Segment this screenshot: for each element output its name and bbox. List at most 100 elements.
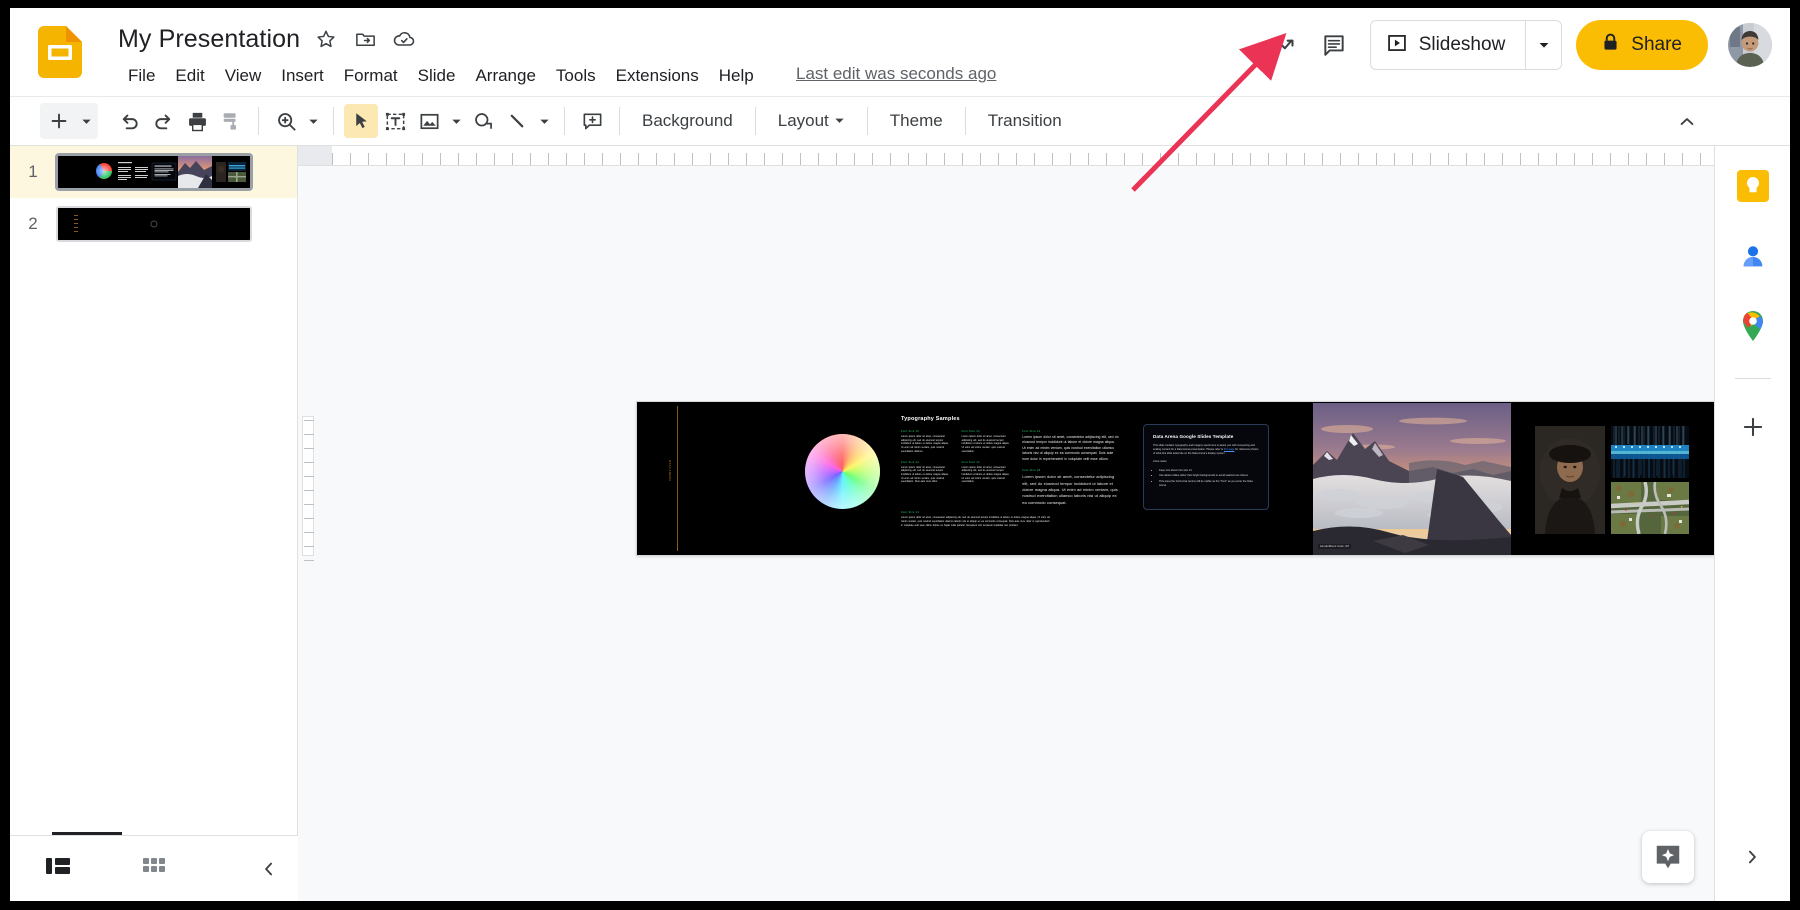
last-edit-status[interactable]: Last edit was seconds ago xyxy=(796,62,996,86)
transition-button[interactable]: Transition xyxy=(976,104,1074,138)
grid-view-icon xyxy=(142,855,166,882)
toolbar-divider xyxy=(333,107,334,135)
trending-up-icon[interactable] xyxy=(1262,21,1310,69)
slide-editor-canvas[interactable]: DATA ARENA DATA ARENA Typography Samples… xyxy=(636,401,1790,556)
font-size-label: Font Size 10 xyxy=(961,430,980,433)
ruler-ticks xyxy=(332,146,1737,165)
card-bullet-list: Keep text above font size 14 Use darker … xyxy=(1159,469,1259,489)
menu-help[interactable]: Help xyxy=(709,62,764,90)
new-slide-dropdown-icon[interactable] xyxy=(76,104,96,138)
cursor-select-icon[interactable] xyxy=(344,104,378,138)
insert-image-icon[interactable] xyxy=(412,104,446,138)
mountain-photo[interactable]: Aoraki/Mount Cook, NZ xyxy=(1313,403,1511,555)
zoom-in-icon[interactable] xyxy=(269,104,303,138)
menu-extensions[interactable]: Extensions xyxy=(606,62,709,90)
user-avatar[interactable] xyxy=(1728,23,1772,67)
share-button[interactable]: Share xyxy=(1576,20,1708,70)
page-title[interactable]: My Presentation xyxy=(118,24,300,54)
sample-paragraph: Lorem ipsum dolor sit amet, consectetur … xyxy=(901,516,1050,527)
typography-sample-block[interactable]: Typography Samples Font Size 10 Lorem ip… xyxy=(901,416,1119,534)
sample-paragraph: Lorem ipsum dolor sit amet, consectetur … xyxy=(1022,474,1118,505)
sample-paragraph: Lorem ipsum dolor sit amet, consectetur … xyxy=(1022,435,1119,461)
card-bullet: Keep text above font size 14 xyxy=(1159,469,1259,473)
slide-thumbnail[interactable] xyxy=(56,206,252,242)
theme-button[interactable]: Theme xyxy=(878,104,955,138)
vertical-ruler[interactable] xyxy=(298,166,318,901)
card-notes-label: A few notes: xyxy=(1153,460,1168,464)
plus-icon[interactable] xyxy=(42,104,76,138)
insert-line-icon[interactable] xyxy=(500,104,534,138)
data-arena-info-card[interactable]: Data Arena Google Slides Template This s… xyxy=(1143,424,1269,510)
blue-data-visualisation-photo[interactable] xyxy=(1611,426,1689,478)
add-app-button[interactable] xyxy=(1731,405,1775,449)
font-size-label: Font Size 18 xyxy=(1022,469,1041,473)
cloud-saved-icon[interactable] xyxy=(391,26,417,52)
toolbar-collapse-button[interactable] xyxy=(1670,105,1704,139)
image-dropdown-icon[interactable] xyxy=(446,104,466,138)
app-header: My Presentation File Edit View Insert Fo… xyxy=(10,8,1790,96)
filmstrip-slide-2[interactable]: 2 xyxy=(10,198,297,250)
slideshow-dropdown-button[interactable] xyxy=(1525,21,1561,69)
sample-paragraph: Lorem ipsum dolor sit amet, consectetur … xyxy=(901,465,949,484)
explore-button[interactable] xyxy=(1642,831,1694,883)
menu-view[interactable]: View xyxy=(215,62,272,90)
move-to-folder-icon[interactable] xyxy=(352,26,378,52)
slide-number: 1 xyxy=(28,162,38,181)
font-size-label: Font Size 12 xyxy=(961,460,980,464)
star-icon[interactable] xyxy=(313,26,339,52)
slide-thumbnail[interactable] xyxy=(56,154,252,190)
slideshow-label: Slideshow xyxy=(1418,34,1506,55)
typography-column-3: Font Size 14 Lorem ipsum dolor sit amet,… xyxy=(1022,430,1119,513)
grid-view-tab[interactable] xyxy=(106,845,202,893)
layout-dropdown-icon xyxy=(834,110,845,132)
insert-shape-icon[interactable] xyxy=(466,104,500,138)
menu-slide[interactable]: Slide xyxy=(408,62,466,90)
background-button[interactable]: Background xyxy=(630,104,745,138)
color-wheel-graphic[interactable] xyxy=(805,434,880,509)
zoom-dropdown-icon[interactable] xyxy=(303,104,323,138)
typography-heading: Typography Samples xyxy=(901,416,960,422)
comment-history-icon[interactable] xyxy=(1310,21,1358,69)
sample-paragraph: Lorem ipsum dolor sit amet, consectetur … xyxy=(961,435,1010,453)
menu-arrange[interactable]: Arrange xyxy=(465,62,545,90)
google-contacts-icon[interactable] xyxy=(1731,234,1775,278)
card-body: This slide contains typography and image… xyxy=(1153,444,1259,456)
horizontal-ruler[interactable] xyxy=(298,146,1737,166)
slideshow-button[interactable]: Slideshow xyxy=(1371,21,1526,69)
menu-file[interactable]: File xyxy=(118,62,165,90)
lock-icon xyxy=(1602,33,1619,57)
menu-format[interactable]: Format xyxy=(334,62,408,90)
header-actions: Slideshow Share xyxy=(1262,20,1772,70)
slide-number: 2 xyxy=(28,214,38,233)
portrait-photo[interactable] xyxy=(1535,426,1605,534)
filmstrip-slide-1[interactable]: 1 xyxy=(10,146,297,198)
rail-expand-button[interactable] xyxy=(1730,835,1774,879)
slide-filmstrip-panel: 1 2 xyxy=(10,146,298,901)
toolbar-divider xyxy=(754,107,756,135)
menu-tools[interactable]: Tools xyxy=(546,62,606,90)
paint-format-icon[interactable] xyxy=(214,104,248,138)
layout-button[interactable]: Layout xyxy=(766,104,857,138)
aerial-highway-photo[interactable] xyxy=(1611,482,1689,534)
filmstrip-view-tab[interactable] xyxy=(10,845,106,893)
menu-insert[interactable]: Insert xyxy=(271,62,334,90)
font-size-label: Font Size 12 xyxy=(901,460,920,464)
undo-icon[interactable] xyxy=(112,104,146,138)
card-link[interactable]: this page xyxy=(1224,448,1235,451)
photo-caption: Aoraki/Mount Cook, NZ xyxy=(1318,544,1352,549)
google-keep-icon[interactable] xyxy=(1731,164,1775,208)
line-dropdown-icon[interactable] xyxy=(534,104,554,138)
menu-edit[interactable]: Edit xyxy=(165,62,214,90)
present-play-icon xyxy=(1387,33,1407,58)
print-icon[interactable] xyxy=(180,104,214,138)
card-bullet: Use darker slides rather than bright bac… xyxy=(1159,474,1259,478)
redo-icon[interactable] xyxy=(146,104,180,138)
google-maps-icon[interactable] xyxy=(1731,304,1775,348)
toolbar-divider xyxy=(564,107,565,135)
add-comment-icon[interactable] xyxy=(575,104,609,138)
toolbar-divider xyxy=(258,107,259,135)
toolbar-divider xyxy=(866,107,868,135)
text-box-icon[interactable] xyxy=(378,104,412,138)
filmstrip-collapse-button[interactable] xyxy=(248,848,290,890)
toolbar: Background Layout Theme Transition xyxy=(10,96,1790,146)
